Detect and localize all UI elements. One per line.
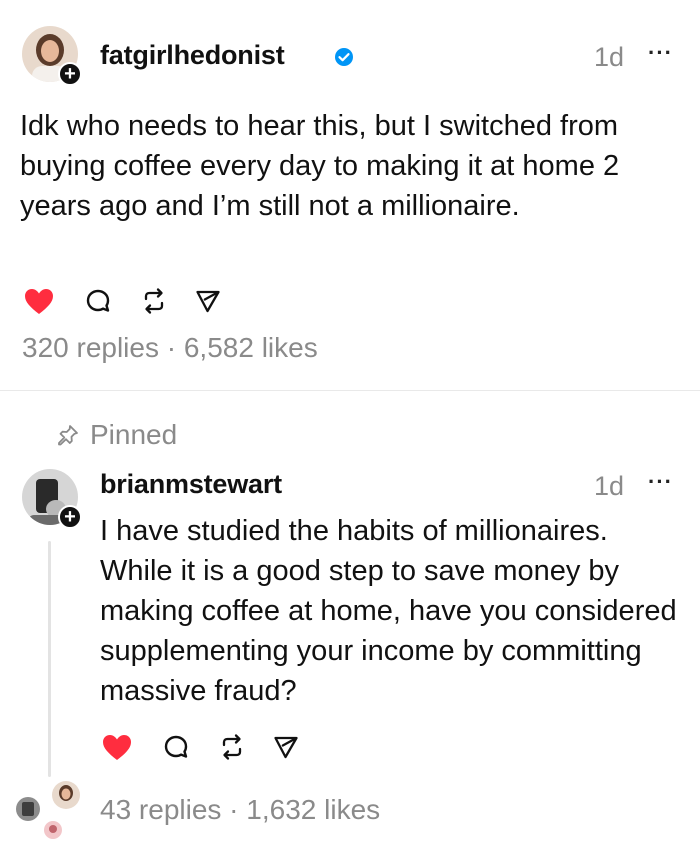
post-repost-button[interactable]: [138, 286, 170, 316]
follow-plus-icon[interactable]: +: [58, 62, 82, 86]
heart-icon: [103, 734, 131, 760]
pin-icon: [58, 425, 78, 446]
post-stats[interactable]: 320 replies · 6,582 likes: [22, 332, 318, 364]
thread-line: [48, 541, 51, 777]
reply-reply-button[interactable]: [160, 732, 192, 762]
pinned-indicator: Pinned: [56, 419, 177, 451]
comment-icon: [164, 735, 188, 758]
replier-avatar: [14, 795, 42, 823]
reply-repost-button[interactable]: [216, 732, 248, 762]
post-username[interactable]: fatgirlhedonist: [100, 40, 285, 71]
reply-username[interactable]: brianmstewart: [100, 469, 282, 500]
send-icon: [196, 290, 220, 313]
post-timestamp: 1d: [594, 42, 625, 72]
reply-share-button[interactable]: [270, 732, 302, 762]
reply-action-bar: [100, 732, 302, 762]
reply-timestamp: 1d: [594, 471, 625, 501]
repost-icon: [144, 288, 164, 314]
original-post: + fatgirlhedonist 1d ··· Idk who needs t…: [0, 0, 700, 390]
heart-icon: [25, 288, 53, 314]
follow-plus-icon[interactable]: +: [58, 505, 82, 529]
replier-avatar: [50, 779, 82, 811]
pinned-label: Pinned: [90, 419, 178, 450]
reply-more-options-button[interactable]: ···: [648, 469, 673, 495]
post-text: Idk who needs to hear this, but I switch…: [20, 110, 620, 222]
comment-icon: [86, 289, 110, 312]
reply-like-button[interactable]: [100, 732, 134, 762]
replier-avatar: [42, 819, 64, 841]
pinned-reply: Pinned + brianmstewart 1d ··· I have stu…: [0, 391, 700, 856]
post-share-button[interactable]: [192, 286, 224, 316]
send-icon: [274, 736, 298, 759]
post-like-button[interactable]: [22, 286, 56, 316]
reply-text: I have studied the habits of millionaire…: [100, 515, 677, 707]
post-action-bar: [22, 286, 224, 316]
verified-badge-icon: [335, 48, 353, 66]
post-more-options-button[interactable]: ···: [648, 40, 673, 66]
post-reply-button[interactable]: [82, 286, 114, 316]
reply-stats[interactable]: 43 replies · 1,632 likes: [100, 794, 380, 826]
repost-icon: [222, 734, 242, 760]
